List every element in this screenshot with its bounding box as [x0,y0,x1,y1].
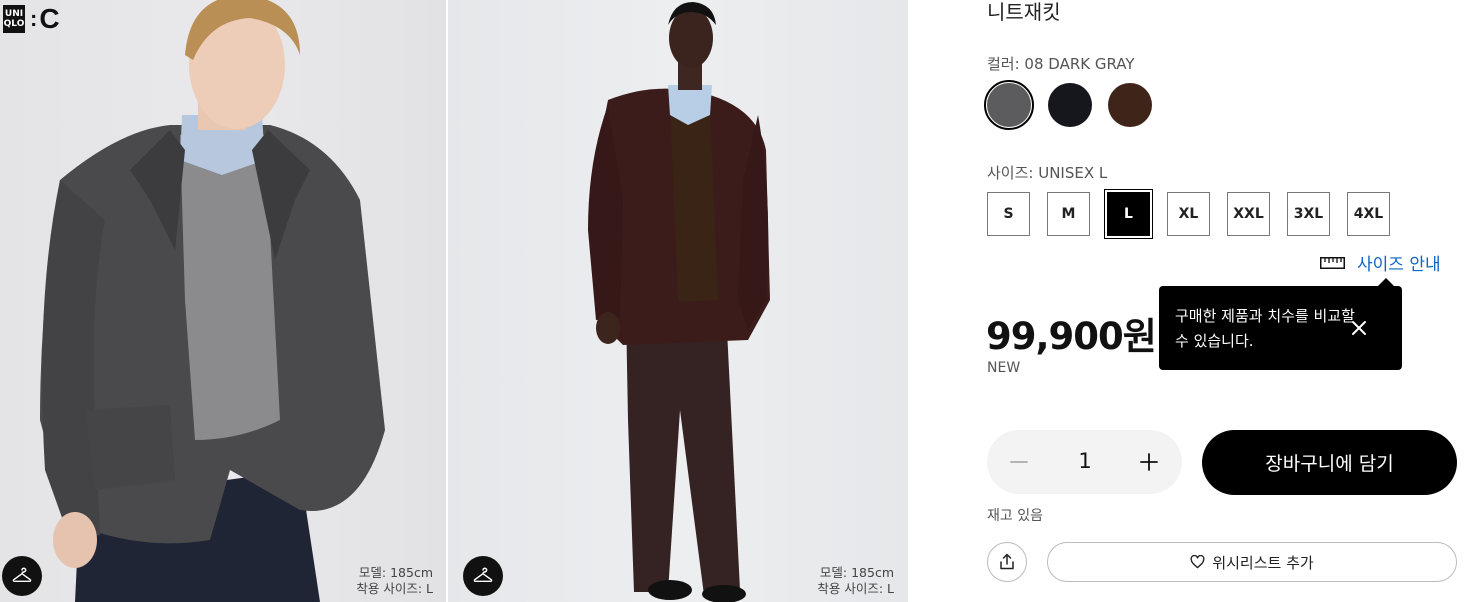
model-front-image [40,0,385,602]
decrease-quantity-button[interactable] [999,442,1039,482]
new-badge: NEW [987,360,1021,376]
try-on-button[interactable] [463,556,503,596]
size-label: 사이즈: UNISEX L [987,164,1108,182]
uniqlo-logo: UNI QLO [3,5,25,33]
model-height: 모델: 185cm [819,565,894,580]
ruler-icon [1320,256,1345,269]
wishlist-label: 위시리스트 추가 [1212,553,1314,572]
model-full-image [588,2,770,602]
size-option-3xl[interactable]: 3XL [1287,192,1330,236]
swatch-fill [1108,83,1152,127]
quantity-stepper: 1 [987,430,1182,494]
hanger-icon [473,567,493,583]
size-option-m[interactable]: M [1047,192,1090,236]
try-on-button[interactable] [2,556,42,596]
size-option-s[interactable]: S [987,192,1030,236]
size-guide-tooltip: 구매한 제품과 치수를 비교할 수 있습니다. [1159,278,1402,370]
plus-icon [1140,453,1158,471]
minus-icon [1010,461,1028,463]
color-swatch-dark-gray[interactable] [984,80,1034,130]
sub-brand-mark: :C [30,3,60,34]
model-info: 모델: 185cm 착용 사이즈: L [817,565,894,597]
share-icon [1000,553,1014,570]
brand-logo[interactable]: UNI QLO :C [3,5,60,33]
color-swatch-black[interactable] [1045,80,1095,130]
tooltip-text: 구매한 제품과 치수를 비교할 수 있습니다. [1175,307,1355,350]
color-swatch-brown[interactable] [1105,80,1155,130]
product-price: 99,900원 [986,315,1157,358]
product-photo-front[interactable]: UNI QLO :C 모델: 185cm 착용 사이즈: L [0,0,446,602]
share-button[interactable] [987,542,1027,582]
add-to-cart-button[interactable]: 장바구니에 담기 [1202,430,1457,495]
size-option-xxl[interactable]: XXL [1227,192,1270,236]
swatch-fill [987,83,1031,127]
product-photo-full[interactable]: 모델: 185cm 착용 사이즈: L [448,0,908,602]
model-fit-size: 착용 사이즈: L [817,581,894,596]
size-guide-link[interactable]: 사이즈 안내 [1320,250,1441,275]
tooltip-arrow [1378,278,1394,286]
size-guide-label: 사이즈 안내 [1357,255,1441,275]
model-fit-size: 착용 사이즈: L [356,581,433,596]
size-option-xl[interactable]: XL [1167,192,1210,236]
swatch-fill [1048,83,1092,127]
close-icon[interactable] [1349,318,1369,338]
heart-icon [1190,555,1205,569]
wishlist-button[interactable]: 위시리스트 추가 [1047,542,1457,582]
model-info: 모델: 185cm 착용 사이즈: L [356,565,433,597]
model-height: 모델: 185cm [358,565,433,580]
size-option-4xl[interactable]: 4XL [1347,192,1390,236]
increase-quantity-button[interactable] [1129,442,1169,482]
hanger-icon [12,567,32,583]
color-label: 컬러: 08 DARK GRAY [987,55,1135,73]
quantity-value[interactable]: 1 [1067,449,1103,473]
size-option-l[interactable]: L [1104,189,1153,239]
product-title: 니트재킷 [987,0,1061,24]
stock-status: 재고 있음 [987,508,1043,524]
